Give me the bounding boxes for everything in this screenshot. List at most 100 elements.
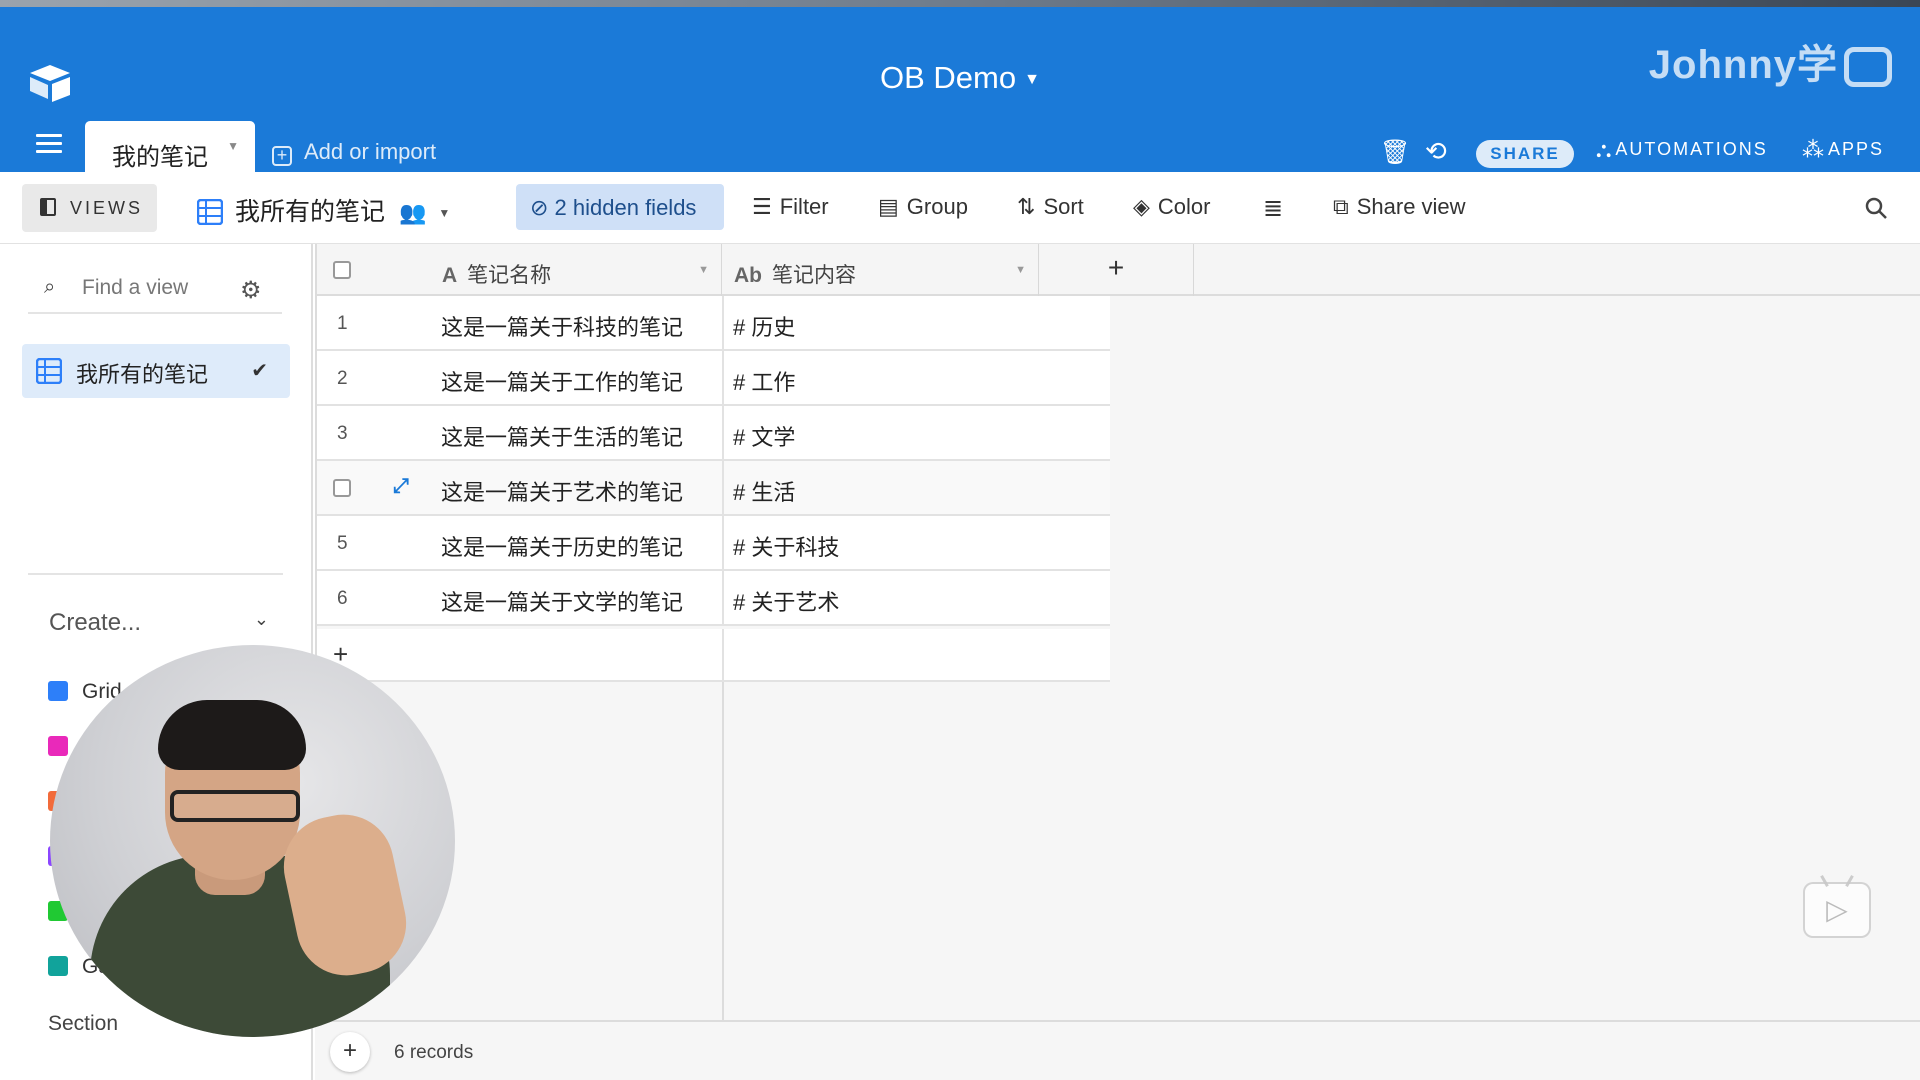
text-field-icon: A [442,264,458,287]
share-button[interactable]: SHARE [1476,140,1574,168]
row-height-icon[interactable]: ≣ [1263,194,1283,223]
sort-icon: ⇅ [1017,194,1036,219]
column-header-name[interactable]: A 笔记名称 ▼ [416,244,722,296]
apps-label: APPS [1828,139,1885,159]
search-icon: ⌕ [44,276,56,298]
tab-my-notes[interactable]: 我的笔记 ▼ [85,121,255,172]
gantt-view-icon [48,956,68,976]
apps-button[interactable]: ⁂ APPS [1802,137,1884,163]
divider [28,573,283,575]
top-strip [0,0,1920,7]
cell-content[interactable]: # 文学 [733,420,795,452]
menu-icon[interactable] [36,134,62,154]
history-icon[interactable]: ⟲ [1425,136,1447,167]
bilibili-logo-icon [1844,47,1892,88]
share-view-button[interactable]: ⧉ Share view [1333,194,1466,220]
column-name-label: 笔记名称 [467,264,552,287]
create-view-toggle[interactable]: Create... ⌄ [49,609,269,637]
caret-down-icon[interactable]: ▼ [227,139,239,153]
table-row[interactable]: 2 这是一篇关于工作的笔记 # 工作 [315,351,1110,406]
row-number: 3 [337,423,348,444]
row-checkbox[interactable] [333,479,351,497]
grid-header: A 笔记名称 ▼ Ab 笔记内容 ▼ + [315,244,1920,296]
table-row[interactable]: ⤢ 这是一篇关于艺术的笔记 # 生活 [315,461,1110,516]
group-button[interactable]: ▤ Group [878,194,968,220]
cell-content[interactable]: # 工作 [733,365,795,397]
sort-label: Sort [1043,194,1084,219]
cell-content[interactable]: # 关于科技 [733,530,839,562]
sidebar-toggle-icon [40,198,56,216]
grid-view-icon [197,199,223,225]
automations-label: AUTOMATIONS [1615,139,1768,159]
header-select-all [315,244,416,296]
create-label: Create... [49,609,142,636]
cell-content[interactable]: # 关于艺术 [733,585,839,617]
column-content-label: 笔记内容 [772,264,856,287]
view-toolbar: VIEWS 我所有的笔记 👥 ▼ ⊘ 2 hidden fields ☰ Filter… [0,172,1920,244]
eye-slash-icon: ⊘ [530,195,555,220]
table-row[interactable]: 6 这是一篇关于文学的笔记 # 关于艺术 [315,571,1110,626]
gear-icon[interactable]: ⚙ [240,276,262,305]
table-row[interactable]: 5 这是一篇关于历史的笔记 # 关于科技 [315,516,1110,571]
watermark-text: Johnny学 [1648,43,1838,87]
hidden-fields-label: 2 hidden fields [554,195,697,220]
views-button[interactable]: VIEWS [22,184,157,232]
check-icon: ✔ [251,360,268,382]
table-row[interactable]: 1 这是一篇关于科技的笔记 # 历史 [315,296,1110,351]
filter-button[interactable]: ☰ Filter [752,194,829,220]
base-title-text: OB Demo [880,60,1017,95]
add-or-import-button[interactable]: + Add or import [272,139,436,166]
form-view-icon [48,736,68,756]
cell-content[interactable]: # 生活 [733,475,795,507]
automations-button[interactable]: ⛬ AUTOMATIONS [1596,137,1768,163]
row-number: 1 [337,313,348,334]
records-grid: A 笔记名称 ▼ Ab 笔记内容 ▼ + 1 这是一篇关于科技的笔记 # 历史 2 这是… [315,244,1920,1080]
plus-square-icon: + [272,146,292,166]
play-icon[interactable]: ▷ [1803,882,1871,938]
cell-name[interactable]: 这是一篇关于艺术的笔记 [441,475,683,507]
color-label: Color [1157,194,1211,219]
base-title[interactable]: OB Demo ▼ [0,60,1920,96]
hidden-fields-button[interactable]: ⊘ 2 hidden fields [516,184,724,230]
sidebar-item-view[interactable]: 我所有的笔记 ✔ [22,344,290,398]
grid-footer: + 6 records [315,1020,1920,1080]
add-field-button[interactable]: + [1039,244,1194,296]
add-record-button[interactable]: + [330,1032,370,1072]
table-row[interactable]: 3 这是一篇关于生活的笔记 # 文学 [315,406,1110,461]
cell-content[interactable]: # 历史 [733,310,795,342]
sort-button[interactable]: ⇅ Sort [1017,194,1084,220]
find-view-placeholder: Find a view [82,276,189,299]
cell-name[interactable]: 这是一篇关于科技的笔记 [441,310,683,342]
grid-view-icon [48,681,68,701]
row-number: 6 [337,588,348,609]
current-view-selector[interactable]: 我所有的笔记 👥 ▼ [197,192,450,228]
share-view-label: Share view [1356,194,1466,219]
add-record-row[interactable]: + [315,629,1110,682]
caret-down-icon[interactable]: ▼ [1015,264,1026,276]
views-label: VIEWS [70,198,144,218]
caret-down-icon[interactable]: ▼ [698,264,709,276]
expand-record-icon[interactable]: ⤢ [393,475,409,498]
cell-name[interactable]: 这是一篇关于历史的笔记 [441,530,683,562]
caret-down-icon: ▼ [438,206,451,220]
cell-name[interactable]: 这是一篇关于工作的笔记 [441,365,683,397]
trash-icon[interactable]: 🗑 [1380,138,1410,167]
chevron-down-icon: ⌄ [253,609,269,629]
column-header-content[interactable]: Ab 笔记内容 ▼ [722,244,1039,296]
share-external-icon: ⧉ [1333,194,1349,219]
automations-icon: ⛬ [1596,137,1612,162]
watermark: Johnny学 [1649,32,1892,90]
color-button[interactable]: ◈ Color [1133,194,1211,220]
search-icon[interactable] [1864,196,1888,220]
cell-name[interactable]: 这是一篇关于生活的笔记 [441,420,683,452]
select-all-checkbox[interactable] [333,261,351,279]
row-number: 2 [337,368,348,389]
sidebar-view-label: 我所有的笔记 [76,362,209,387]
caret-down-icon: ▼ [1024,70,1040,88]
paint-bucket-icon: ◈ [1133,194,1150,219]
header-bar: OB Demo ▼ Johnny学 我的笔记 ▼ + Add or import 🗑 … [0,7,1920,172]
app-window: OB Demo ▼ Johnny学 我的笔记 ▼ + Add or import 🗑 … [0,0,1920,1080]
cell-name[interactable]: 这是一篇关于文学的笔记 [441,585,683,617]
collaborators-icon: 👥 [399,200,427,225]
webcam-overlay [50,645,455,1037]
